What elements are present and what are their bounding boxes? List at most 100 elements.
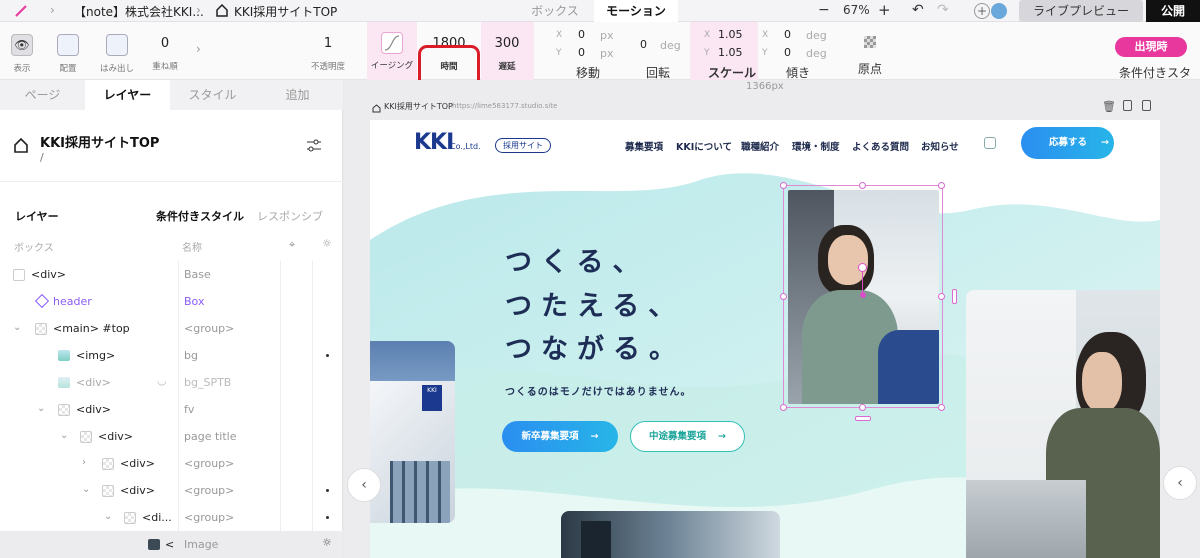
overflow-icon — [106, 34, 128, 56]
undo-icon[interactable]: ↶ — [912, 2, 924, 18]
next-arrow-button[interactable]: ‹ — [1163, 466, 1197, 500]
resize-handle[interactable] — [859, 182, 866, 189]
display-toggle[interactable]: 👁 表示 — [8, 34, 36, 74]
layer-row-selected[interactable]: < Image ☼ — [0, 531, 343, 558]
breadcrumb-page[interactable]: KKI採用サイトTOP — [234, 3, 337, 20]
layer-row[interactable]: ⌄ <div> page title — [0, 423, 343, 450]
chevron-down-icon[interactable]: ⌄ — [82, 484, 90, 495]
tab-box[interactable]: ボックス — [508, 0, 602, 22]
tab-page[interactable]: ページ — [0, 80, 85, 110]
nav-news[interactable]: お知らせ — [921, 139, 959, 153]
rotate-control[interactable]: 0 deg 回転 — [630, 28, 690, 80]
nav-faq[interactable]: よくある質問 — [852, 139, 909, 153]
chevron-down-icon[interactable]: ⌄ — [104, 511, 112, 522]
checkbox[interactable] — [13, 269, 25, 281]
layer-row[interactable]: ⌄ <di... <group> — [0, 504, 343, 531]
layer-row[interactable]: header Box — [0, 288, 343, 315]
nav-about[interactable]: KKIについて — [676, 139, 732, 153]
apply-button[interactable]: 応募する → — [1021, 127, 1114, 159]
previous-arrow-button[interactable]: ‹ — [347, 468, 381, 502]
easing-control[interactable]: イージング — [368, 32, 416, 71]
zoom-in-icon[interactable]: + — [878, 1, 891, 19]
image-icon — [58, 350, 70, 361]
nav-jobs[interactable]: 職種紹介 — [741, 139, 779, 153]
chevron-down-icon[interactable]: ⌄ — [37, 403, 45, 414]
resize-handle[interactable] — [938, 404, 945, 411]
rotation-handle[interactable] — [858, 263, 867, 272]
avatar[interactable] — [991, 3, 1007, 19]
redo-icon[interactable]: ↷ — [937, 2, 949, 18]
scale-y-value[interactable]: 1.05 — [718, 46, 743, 59]
visibility-icon: ☼ — [322, 536, 332, 549]
chevron-down-icon[interactable]: ⌄ — [13, 322, 21, 333]
zoom-level[interactable]: 67% — [843, 3, 870, 17]
chevron-right-icon[interactable]: › — [196, 42, 201, 56]
opacity-control[interactable]: 1 不透明度 — [308, 36, 348, 72]
move-y-value[interactable]: 0 — [578, 46, 585, 59]
placement-icon — [57, 34, 79, 56]
subtab-conditional[interactable]: 条件付きスタイル — [156, 208, 244, 224]
hero-subtext: つくるのはモノだけではありません。 — [505, 387, 692, 398]
arrow-right-icon: → — [1101, 137, 1109, 148]
resize-handle[interactable] — [938, 182, 945, 189]
nav-environment[interactable]: 環境・制度 — [792, 139, 840, 153]
mid-career-button[interactable]: 中途募集要項 → — [630, 421, 745, 452]
home-page-icon — [14, 137, 28, 156]
overflow-control[interactable]: はみ出し — [98, 34, 136, 74]
tab-motion[interactable]: モーション — [594, 0, 678, 22]
add-member-icon[interactable]: + — [974, 3, 990, 19]
duplicate-icon[interactable] — [1123, 100, 1132, 111]
column-name: 名称 — [182, 243, 202, 254]
nav-recruit[interactable]: 募集要項 — [625, 139, 663, 153]
page-icon — [216, 3, 228, 20]
live-preview-button[interactable]: ライブプレビュー — [1019, 0, 1143, 22]
chevron-down-icon[interactable]: ⌄ — [60, 430, 68, 441]
team-photo — [561, 511, 780, 558]
resize-handle[interactable] — [780, 182, 787, 189]
skew-control[interactable]: X 0 deg Y 0 deg 傾き — [762, 28, 832, 80]
resize-handle[interactable] — [938, 293, 945, 300]
settings-sliders-icon[interactable] — [306, 138, 322, 157]
hidden-eye-icon[interactable]: ◡ — [157, 374, 167, 387]
subtab-responsive[interactable]: レスポンシブ — [257, 208, 323, 224]
breadcrumb-project[interactable]: 【note】株式会社KKI... — [74, 3, 204, 20]
layer-row[interactable]: <img> bg — [0, 342, 343, 369]
publish-button[interactable]: 公開 — [1146, 0, 1200, 22]
layer-row[interactable]: <div> ◡ bg_SPTB — [0, 369, 343, 396]
side-handle[interactable] — [952, 289, 957, 304]
chevron-right-icon[interactable]: › — [82, 457, 86, 468]
scale-x-value[interactable]: 1.05 — [718, 28, 743, 41]
page-path: / — [40, 151, 44, 164]
page-add-icon[interactable] — [1142, 100, 1151, 111]
origin-point[interactable] — [860, 292, 866, 298]
placement-control[interactable]: 配置 — [54, 34, 82, 74]
trash-icon[interactable]: 🗑 — [1102, 100, 1116, 113]
image-icon — [58, 377, 70, 388]
tab-style[interactable]: スタイル — [170, 80, 255, 110]
resize-handle[interactable] — [780, 404, 787, 411]
resize-handle[interactable] — [859, 404, 866, 411]
layer-row[interactable]: ⌄ <main> #top <group> — [0, 315, 343, 342]
layer-row[interactable]: › <div> <group> — [0, 450, 343, 477]
instagram-icon[interactable] — [984, 137, 996, 149]
move-control[interactable]: X 0 px Y 0 px 移動 — [550, 28, 620, 80]
site-url: https://lime563177.studio.site — [452, 102, 558, 110]
working-photo — [966, 290, 1160, 558]
layer-row[interactable]: ⌄ <div> fv — [0, 396, 343, 423]
pen-icon[interactable] — [14, 4, 28, 18]
layer-row[interactable]: ⌄ <div> <group> — [0, 477, 343, 504]
bottom-handle[interactable] — [855, 416, 871, 421]
zoom-out-icon[interactable]: − — [818, 2, 830, 18]
tab-layer[interactable]: レイヤー — [85, 80, 170, 110]
site-logo[interactable]: KKI — [414, 130, 454, 155]
appear-button[interactable]: 出現時 — [1115, 37, 1187, 57]
origin-control[interactable]: 原点 — [855, 36, 885, 80]
resize-handle[interactable] — [780, 293, 787, 300]
delay-control[interactable]: 300 遅延 — [483, 36, 531, 72]
zorder-control[interactable]: 0 重ね順 — [150, 36, 180, 72]
layer-row[interactable]: <div> Base — [0, 261, 343, 288]
tab-add[interactable]: 追加 — [255, 80, 340, 110]
scale-control[interactable]: X 1.05 Y 1.05 スケール — [700, 28, 760, 80]
new-grad-button[interactable]: 新卒募集要項 → — [502, 421, 618, 452]
move-x-value[interactable]: 0 — [578, 28, 585, 41]
